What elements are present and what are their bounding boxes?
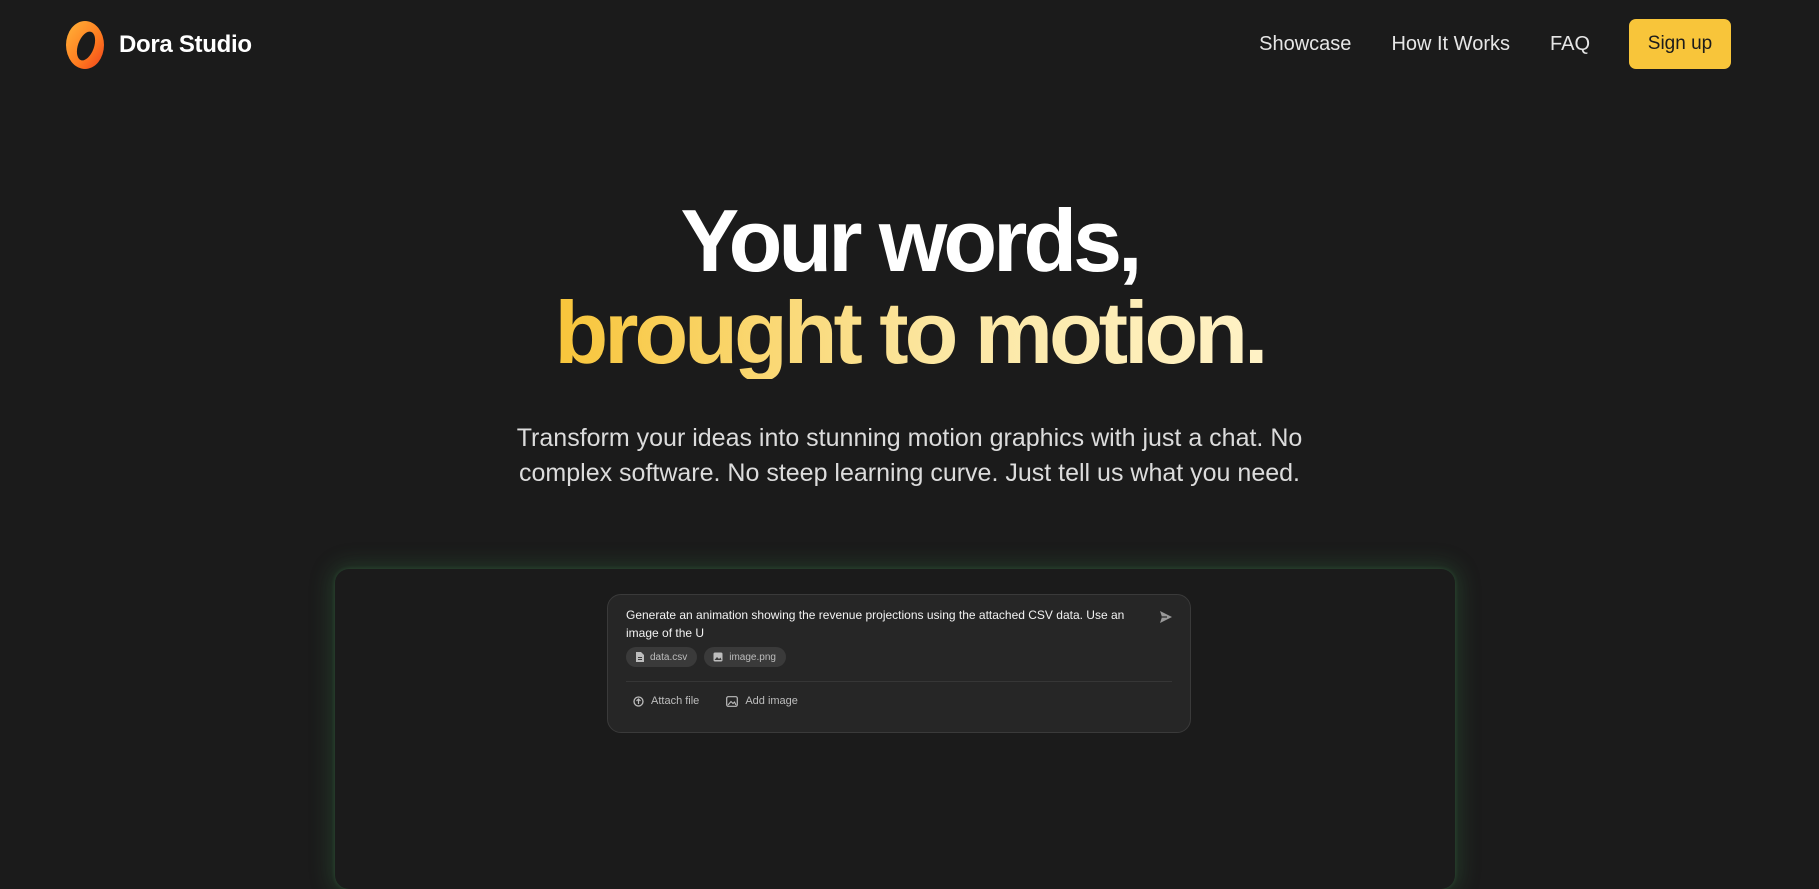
attachment-chip-data-csv[interactable]: data.csv	[626, 647, 698, 667]
attach-icon	[633, 695, 644, 707]
nav-showcase[interactable]: Showcase	[1259, 33, 1351, 56]
nav-how-it-works[interactable]: How It Works	[1391, 33, 1510, 56]
hero-subtitle: Transform your ideas into stunning motio…	[0, 421, 1819, 491]
send-icon[interactable]	[1158, 609, 1174, 625]
attachment-label: data.csv	[650, 651, 688, 663]
brand[interactable]: Dora Studio	[63, 19, 252, 71]
headline-line-1: Your words,	[680, 191, 1143, 290]
headline-line-2: brought to motion.	[554, 283, 1269, 382]
brand-name: Dora Studio	[119, 31, 252, 58]
attachment-label: image.png	[729, 651, 776, 663]
chat-actions: Attach file Add image	[633, 695, 825, 707]
main-nav: Showcase How It Works FAQ Sign up	[1259, 19, 1731, 69]
signup-button[interactable]: Sign up	[1629, 19, 1731, 69]
attach-file-button[interactable]: Attach file	[633, 695, 699, 707]
subtitle-line-2: complex software. No steep learning curv…	[519, 459, 1300, 487]
demo-panel: Generate an animation showing the revenu…	[335, 569, 1455, 889]
nav-faq[interactable]: FAQ	[1550, 33, 1590, 56]
attach-file-label: Attach file	[651, 695, 700, 707]
site-header: Dora Studio Showcase How It Works FAQ Si…	[0, 0, 1819, 88]
attachment-chips: data.csv image.png	[626, 647, 793, 667]
hero: Your words, brought to motion.	[0, 195, 1819, 379]
subtitle-line-1: Transform your ideas into stunning motio…	[516, 424, 1303, 452]
prompt-textarea[interactable]: Generate an animation showing the revenu…	[626, 606, 1126, 642]
image-icon	[713, 652, 723, 662]
dora-ring-logo-icon	[66, 21, 104, 69]
add-image-button[interactable]: Add image	[726, 695, 798, 707]
chat-input-box[interactable]: Generate an animation showing the revenu…	[607, 594, 1191, 733]
add-image-label: Add image	[745, 695, 798, 707]
attachment-chip-image-png[interactable]: image.png	[704, 647, 786, 667]
file-icon	[636, 652, 644, 662]
image-icon	[726, 695, 739, 707]
chat-divider	[626, 681, 1172, 682]
